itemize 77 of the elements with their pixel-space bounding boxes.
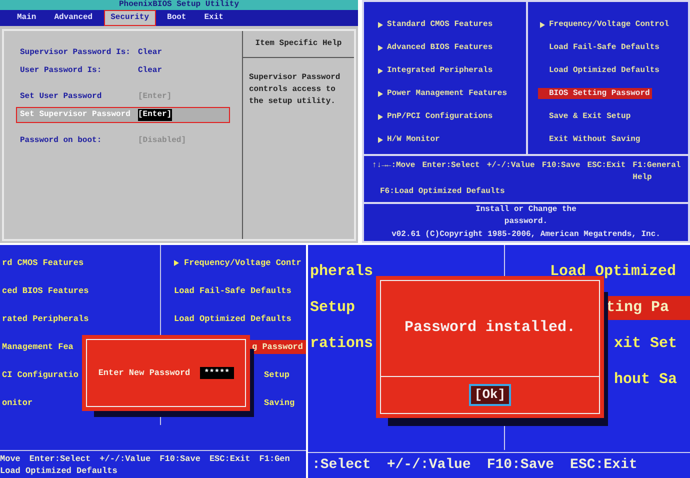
help-title: Item Specific Help <box>243 31 354 58</box>
key-hint: F10:Save <box>486 456 554 475</box>
key-hint: F10:Save <box>160 452 200 466</box>
menu-tab[interactable]: Security <box>104 10 156 26</box>
key-hint: :Select <box>312 456 371 475</box>
menu-item[interactable]: xit Set <box>612 332 680 356</box>
menu-item[interactable]: Management Fea <box>2 340 74 354</box>
menu-item[interactable]: Setup <box>310 296 356 320</box>
menu-tab[interactable]: Main <box>10 10 44 26</box>
key-hint: +/-/:Value <box>386 456 471 475</box>
menu-item[interactable]: ced BIOS Features <box>2 284 89 298</box>
menu-item[interactable]: Exit Without Saving <box>538 134 642 145</box>
key-hint: ESC:Exit <box>587 160 626 172</box>
field-label: Enter New Password <box>98 366 190 380</box>
menu-tab[interactable]: Boot <box>160 10 194 26</box>
key-hint: F1:General Help <box>632 160 681 184</box>
menu-item[interactable]: Load Optimized Defaults <box>172 312 294 326</box>
menu-item[interactable]: hout Sa <box>612 368 680 392</box>
setting-value[interactable]: [Enter] <box>138 109 172 121</box>
menu-item[interactable]: Standard CMOS Features <box>376 19 495 30</box>
menu-item[interactable]: Setup <box>262 368 292 382</box>
selected-row[interactable]: Set Supervisor Password [Enter] <box>16 107 230 123</box>
menu-tab[interactable]: Advanced <box>47 10 100 26</box>
help-text: Install or Change the password. <box>474 204 578 228</box>
menu-item[interactable]: Load Fail-Safe Defaults <box>172 284 294 298</box>
menu-item[interactable]: rated Peripherals <box>2 312 89 326</box>
triangle-icon <box>378 44 383 50</box>
key-hint: Move <box>0 452 20 466</box>
menu-item[interactable]: rations <box>310 332 374 356</box>
triangle-icon <box>378 136 383 142</box>
setting-value: Clear <box>138 65 162 77</box>
setting-label[interactable]: Set User Password <box>20 91 138 103</box>
menu-item[interactable]: pherals <box>310 260 374 284</box>
triangle-icon <box>378 22 383 28</box>
menu-item[interactable]: Load Fail-Safe Defaults <box>538 42 662 53</box>
setting-label[interactable]: Supervisor Password Is: <box>20 47 138 59</box>
menu-tab[interactable]: Exit <box>197 10 230 26</box>
menu-item[interactable]: Frequency/Voltage Control <box>538 19 672 30</box>
menu-item[interactable]: Load Optimized Defaults <box>538 65 662 76</box>
menu-item[interactable]: Power Management Features <box>376 88 510 99</box>
copyright-text: v02.61 (C)Copyright 1985-2006, American Megatrends, Inc. <box>392 229 660 241</box>
setting-label[interactable]: User Password Is: <box>20 65 138 77</box>
menu-item[interactable]: Integrated Peripherals <box>376 65 495 76</box>
menu-item[interactable]: onitor <box>2 396 33 410</box>
triangle-icon <box>378 114 383 120</box>
menu-item[interactable]: rd CMOS Features <box>2 256 84 270</box>
key-hint: Enter:Select <box>29 452 91 466</box>
menu-item[interactable]: H/W Monitor <box>376 134 442 145</box>
key-hint: F10:Save <box>542 160 580 172</box>
menu-item[interactable]: Load Optimized <box>548 260 678 284</box>
help-text: Supervisor Password controls access to the setup utility. <box>248 72 342 108</box>
ok-button[interactable]: [Ok] <box>469 384 511 406</box>
setting-label[interactable]: Password on boot: <box>20 135 138 147</box>
key-hint: +/-/:Value <box>486 160 535 172</box>
triangle-icon <box>174 260 179 266</box>
key-hint: F6:Load Optimized Defaults <box>380 186 505 198</box>
setting-value: Clear <box>138 47 162 59</box>
menu-item[interactable]: CI Configuratio <box>2 368 79 382</box>
key-hint: Load Optimized Defaults <box>0 465 118 478</box>
triangle-icon <box>540 22 545 28</box>
menu-item[interactable]: PnP/PCI Configurations <box>376 111 495 122</box>
dialog-message: Password installed. <box>404 318 576 338</box>
menu-item[interactable]: Saving <box>262 396 297 410</box>
triangle-icon <box>378 68 383 74</box>
window-title: PhoenixBIOS Setup Utility <box>0 0 358 10</box>
key-hint: ESC:Exit <box>570 456 638 475</box>
password-field[interactable]: ***** <box>200 366 234 380</box>
menu-item[interactable]: Frequency/Voltage Contr <box>172 256 304 270</box>
menu-item[interactable]: Save & Exit Setup <box>538 111 633 122</box>
key-hint: Enter:Select <box>422 160 480 172</box>
key-hint: +/-/:Value <box>100 452 151 466</box>
menu-item[interactable]: Advanced BIOS Features <box>376 42 495 53</box>
menu-item[interactable]: BIOS Setting Password <box>538 88 652 99</box>
key-hint: ↑↓→←:Move <box>372 160 416 172</box>
key-hint: ESC:Exit <box>209 452 250 466</box>
key-hint: F1:Gen <box>259 452 290 466</box>
triangle-icon <box>378 90 383 96</box>
